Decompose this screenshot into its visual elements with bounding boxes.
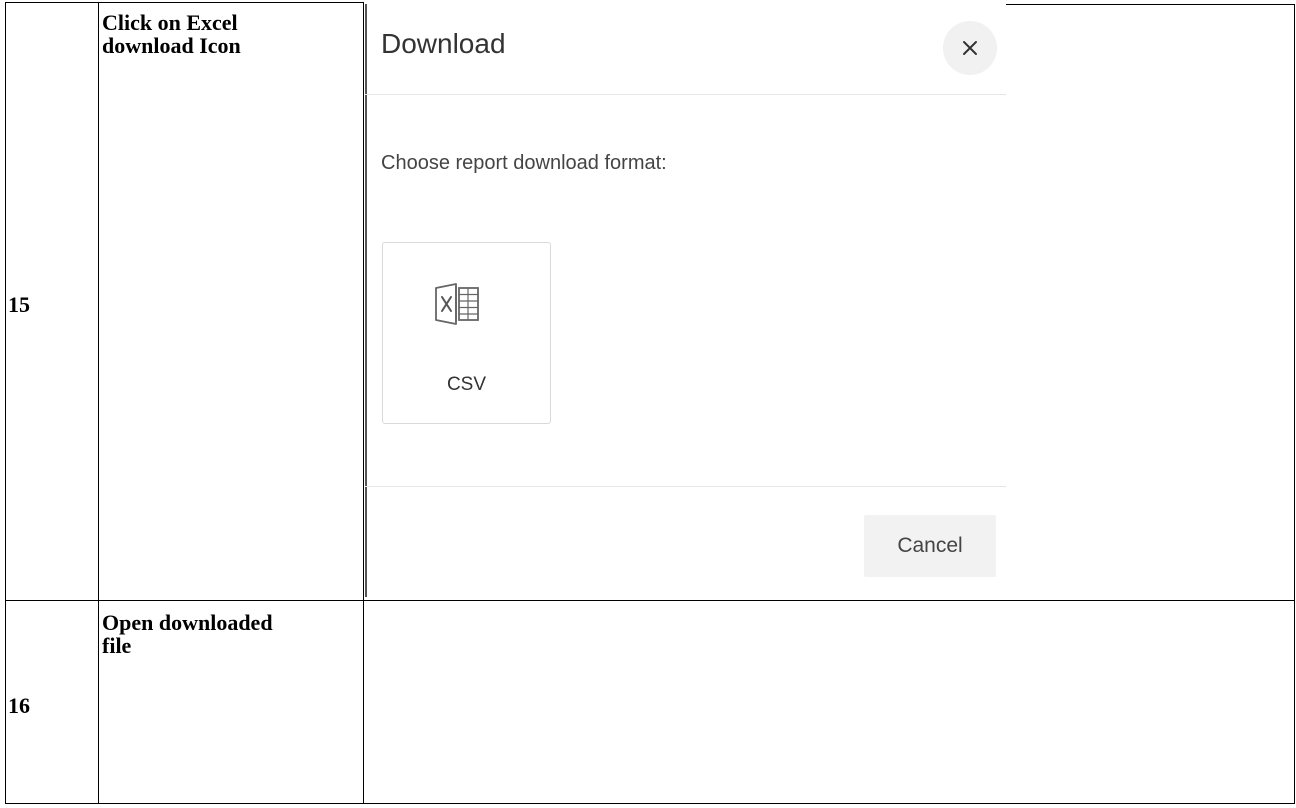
step-description-line: download Icon	[102, 33, 241, 58]
step-number-16: 16	[8, 693, 30, 718]
cancel-button[interactable]: Cancel	[864, 515, 996, 577]
download-dialog: Download Choose report download format: …	[365, 4, 1006, 597]
csv-download-option[interactable]: CSV	[382, 242, 551, 424]
table-border-right	[1294, 4, 1295, 804]
dialog-edge	[365, 4, 367, 597]
table-border-left	[5, 2, 6, 804]
dialog-header-divider	[365, 94, 1006, 95]
csv-option-label: CSV	[446, 374, 487, 395]
step-description-15: Click on Excel download Icon	[102, 11, 241, 57]
download-format-prompt: Choose report download format:	[381, 152, 667, 174]
step-description-line: file	[102, 633, 132, 658]
table-border-top-left	[5, 2, 363, 3]
dialog-footer-divider	[365, 486, 1006, 487]
table-row-divider	[5, 600, 1295, 601]
table-col-divider-2	[363, 2, 364, 804]
table-border-bottom	[5, 803, 1295, 804]
table-border-top-right	[1000, 4, 1295, 5]
step-description-16: Open downloaded file	[102, 611, 273, 657]
step-description-line: Open downloaded	[102, 610, 273, 635]
step-number-15: 15	[8, 292, 30, 317]
close-button[interactable]	[943, 21, 997, 75]
close-icon	[963, 41, 977, 55]
excel-icon	[435, 283, 479, 325]
table-col-divider-1	[98, 2, 99, 804]
step-description-line: Click on Excel	[102, 10, 238, 35]
dialog-title: Download	[381, 28, 506, 59]
